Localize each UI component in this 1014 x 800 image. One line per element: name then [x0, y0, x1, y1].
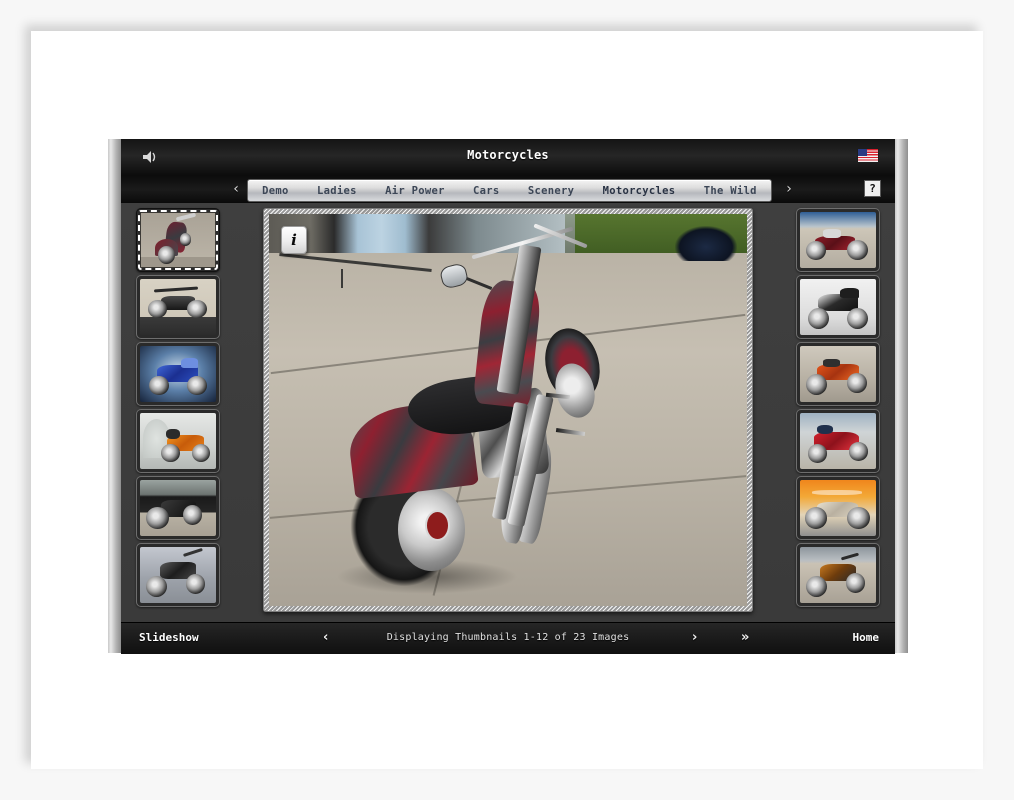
window-left-rail	[108, 139, 121, 653]
tab-strip: Demo Ladies Air Power Cars Scenery Motor…	[247, 179, 772, 202]
thumbnail-image	[140, 480, 216, 536]
thumbnail-chopper-copper[interactable]	[796, 543, 880, 607]
tab-cars[interactable]: Cars	[468, 185, 505, 197]
thumbnail-image	[140, 212, 216, 268]
title-bar: Motorcycles	[121, 139, 895, 176]
thumbnail-chopper-black-side[interactable]	[136, 275, 220, 339]
thumbnail-chopper-black-garage[interactable]	[136, 476, 220, 540]
last-page-arrow[interactable]: »	[741, 630, 749, 645]
tab-scenery[interactable]: Scenery	[523, 185, 579, 197]
thumbnail-image	[800, 212, 876, 268]
tab-demo[interactable]: Demo	[257, 185, 294, 197]
thumbnail-chopper-silver[interactable]	[136, 543, 220, 607]
home-button[interactable]: Home	[853, 631, 880, 644]
page-title: Motorcycles	[467, 148, 549, 162]
tab-air-power[interactable]: Air Power	[380, 185, 450, 197]
thumbnail-sportbike-blue[interactable]	[136, 342, 220, 406]
tab-ladies[interactable]: Ladies	[312, 185, 362, 197]
thumbnail-chopper-flame-orange[interactable]	[796, 476, 880, 540]
application-body: Motorcycles ‹ Demo Ladies Air Power Cars…	[121, 139, 895, 654]
photo-artwork	[269, 214, 747, 606]
thumbnail-chopper-maroon-rear[interactable]	[136, 208, 220, 272]
us-flag-icon[interactable]	[857, 148, 879, 163]
thumbnail-sportbike-orange[interactable]	[136, 409, 220, 473]
next-page-arrow[interactable]: ›	[692, 630, 697, 645]
thumbnail-image	[800, 413, 876, 469]
thumbnail-image	[800, 547, 876, 603]
tabs-prev-arrow[interactable]: ‹	[227, 180, 245, 199]
thumbnail-column-right	[789, 208, 887, 620]
thumbnail-image	[800, 480, 876, 536]
thumbnail-image	[800, 279, 876, 335]
category-tab-bar: ‹ Demo Ladies Air Power Cars Scenery Mot…	[121, 176, 895, 203]
thumbnail-image	[140, 547, 216, 603]
thumbnail-image	[140, 413, 216, 469]
thumbnail-column-left	[129, 208, 227, 620]
thumbnail-image	[800, 346, 876, 402]
tab-motorcycles[interactable]: Motorcycles	[598, 185, 681, 197]
gallery-application-window: Motorcycles ‹ Demo Ladies Air Power Cars…	[108, 139, 908, 654]
window-right-rail	[895, 139, 908, 653]
main-photo[interactable]: i	[269, 214, 747, 606]
page-canvas: Motorcycles ‹ Demo Ladies Air Power Cars…	[0, 0, 1014, 800]
info-icon[interactable]: i	[281, 226, 307, 254]
help-icon[interactable]: ?	[864, 180, 881, 197]
thumbnail-chopper-red-shop[interactable]	[796, 208, 880, 272]
gallery-content-region: i	[121, 203, 895, 622]
thumbnail-sportbike-white[interactable]	[796, 275, 880, 339]
footer-toolbar: Slideshow ‹ Displaying Thumbnails 1-12 o…	[121, 622, 895, 654]
tabs-next-arrow[interactable]: ›	[780, 180, 798, 199]
thumbnail-image	[140, 346, 216, 402]
thumbnail-chopper-orange[interactable]	[796, 342, 880, 406]
tab-the-wild[interactable]: The Wild	[699, 185, 762, 197]
status-text: Displaying Thumbnails 1-12 of 23 Images	[386, 632, 630, 643]
thumbnail-image	[140, 279, 216, 335]
thumbnail-sportbike-red[interactable]	[796, 409, 880, 473]
main-image-frame: i	[263, 208, 753, 612]
